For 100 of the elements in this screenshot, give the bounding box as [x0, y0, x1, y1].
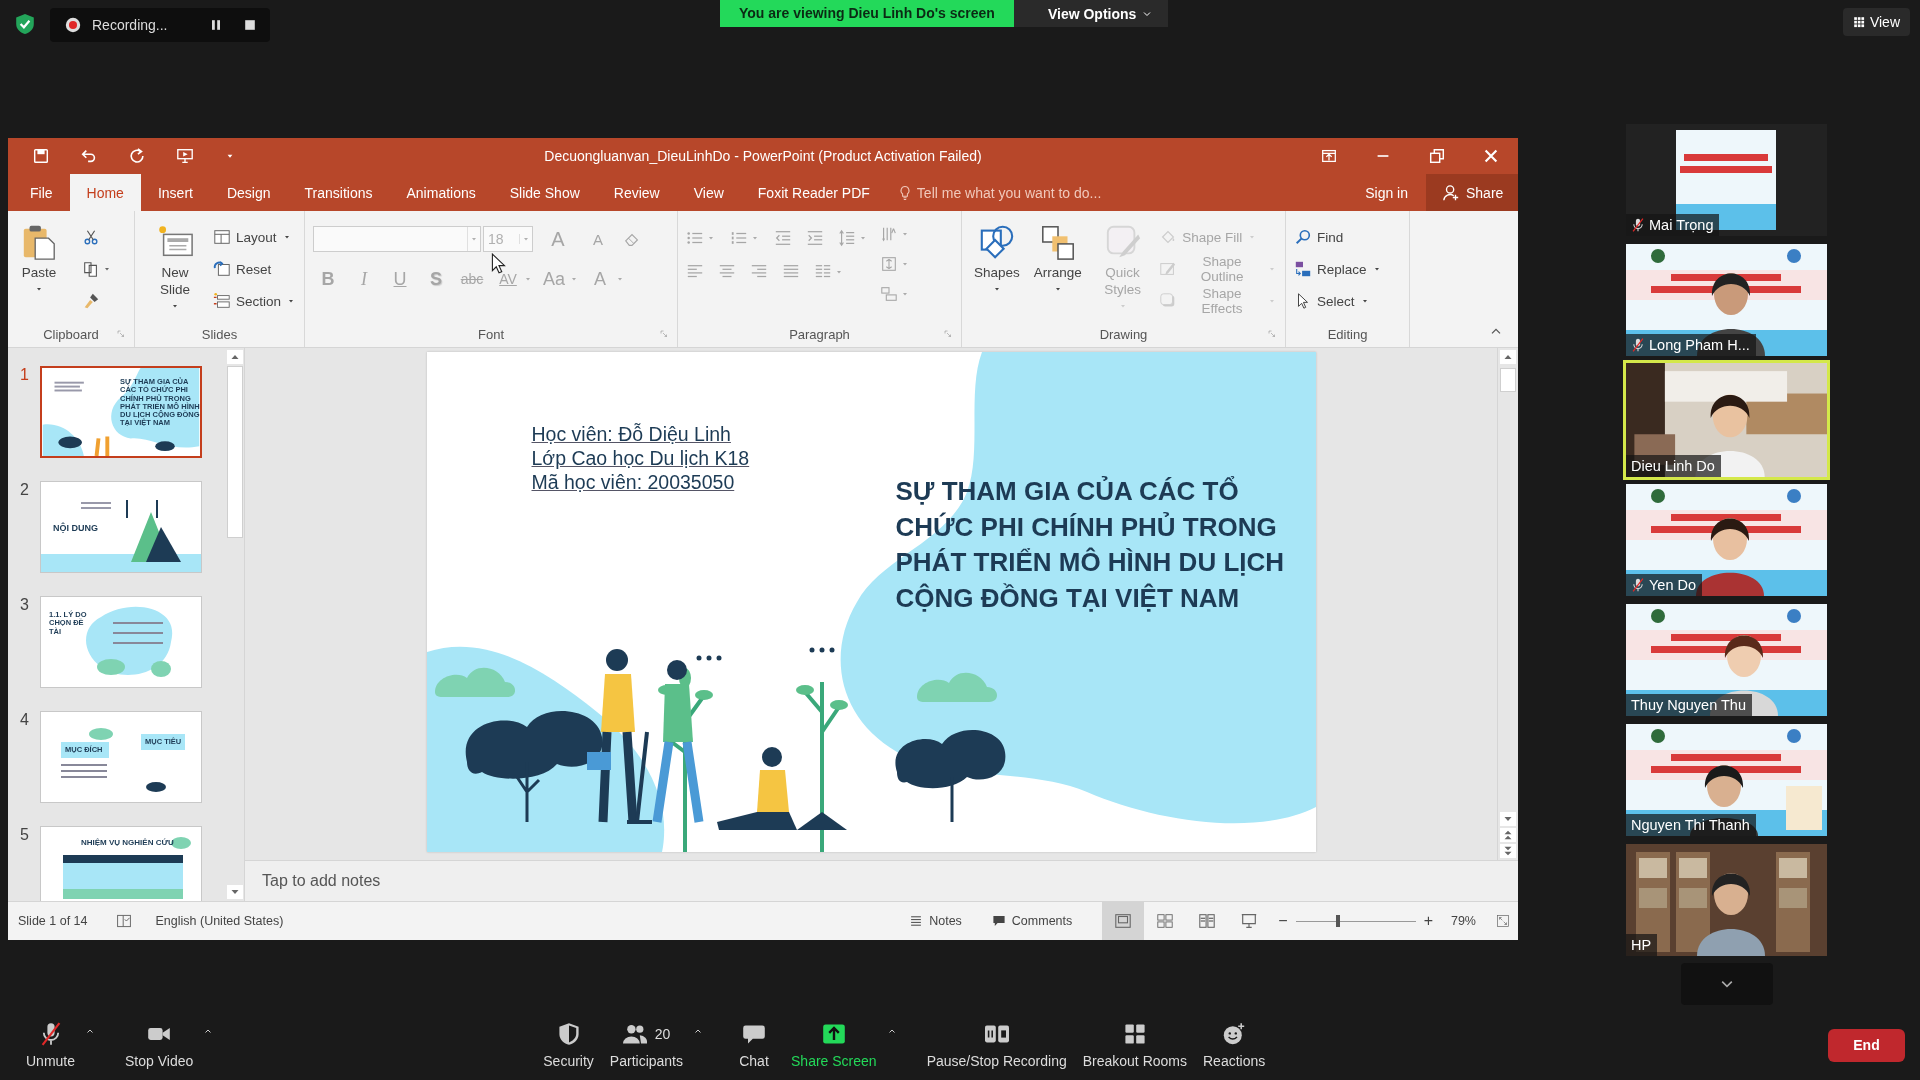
share-screen-icon	[821, 1021, 846, 1046]
copy-icon[interactable]	[82, 260, 100, 278]
slide-heading: NỘI DUNG	[53, 524, 98, 534]
restore-icon[interactable]	[1428, 147, 1446, 165]
participant-name: Dieu Linh Do	[1631, 458, 1715, 474]
zoom-out-button[interactable]: −	[1278, 912, 1288, 930]
scrollbar-thumb[interactable]	[227, 366, 243, 538]
ribbon-button[interactable]: Replace	[1294, 255, 1382, 283]
ribbon-tab[interactable]: Design	[209, 174, 288, 211]
ribbon-button[interactable]: Section	[212, 287, 296, 315]
reading-view-icon	[1198, 912, 1217, 930]
participant-name: Thuy Nguyen Thu	[1631, 697, 1746, 713]
ribbon-tab[interactable]: Foxit Reader PDF	[740, 174, 887, 211]
toolbar-button[interactable]: Share Screen	[783, 1021, 885, 1069]
slide-number: 5	[20, 826, 30, 845]
layout-icon	[212, 228, 231, 246]
toolbar-button[interactable]: Chat	[725, 1021, 783, 1069]
toolbar-button[interactable]: Security	[535, 1021, 602, 1069]
video-tile[interactable]: Thuy Nguyen Thu	[1626, 604, 1827, 716]
ribbon-tab[interactable]: Insert	[140, 174, 210, 211]
participant-name: Yen Do	[1649, 577, 1697, 593]
toolbar-button[interactable]: Stop Video	[117, 1021, 202, 1069]
scroll-down-icon[interactable]	[227, 885, 243, 899]
window-title: Decuongluanvan_DieuLinhDo - PowerPoint (Product Activation Failed)	[544, 148, 982, 164]
redo-icon[interactable]	[128, 147, 146, 165]
save-icon[interactable]	[32, 147, 50, 165]
ribbon-display-icon[interactable]	[1320, 147, 1338, 165]
student-info-line: Lớp Cao học Du lịch K18	[531, 446, 750, 470]
scroll-up-icon[interactable]	[227, 350, 243, 364]
ribbon-button[interactable]: Select	[1294, 287, 1382, 315]
shield-icon[interactable]	[14, 13, 36, 35]
pencil-icon	[1159, 260, 1178, 278]
scroll-up-icon[interactable]	[1500, 350, 1516, 364]
spell-check-icon[interactable]	[115, 913, 132, 929]
participant-name: HP	[1631, 937, 1652, 953]
stop-icon[interactable]	[242, 17, 258, 33]
toolbar-button[interactable]: Breakout Rooms	[1074, 1021, 1195, 1069]
toolbar-button[interactable]: 20 Participants	[601, 1021, 691, 1069]
scrollbar-thumb[interactable]	[1500, 368, 1516, 392]
scroll-down-icon[interactable]	[1500, 812, 1516, 826]
view-mode-button[interactable]	[1102, 902, 1145, 940]
notes-placeholder[interactable]: Tap to add notes	[262, 872, 381, 890]
sign-in-link[interactable]: Sign in	[1347, 174, 1426, 211]
language-label[interactable]: English (United States)	[155, 914, 284, 928]
comments-button[interactable]: Comments	[991, 914, 1073, 928]
toolbar-button[interactable]: Unmute	[18, 1021, 84, 1069]
grid-icon	[1852, 16, 1865, 28]
ribbon-button[interactable]: Find	[1294, 223, 1382, 251]
participant-name: Mai Trọng	[1649, 217, 1714, 233]
ribbon-tab[interactable]: View	[676, 174, 741, 211]
video-tile[interactable]: Yen Do	[1626, 484, 1827, 596]
video-tile[interactable]: HP	[1626, 844, 1827, 956]
breakout-rooms-icon	[1122, 1021, 1147, 1046]
participant-name: Nguyen Thi Thanh	[1631, 817, 1750, 833]
toolbar-button[interactable]: Reactions	[1195, 1021, 1274, 1069]
notes-button[interactable]: Notes	[909, 914, 962, 928]
end-meeting-button[interactable]: End	[1828, 1028, 1905, 1062]
view-button[interactable]: View	[1842, 8, 1910, 36]
scissors-icon[interactable]	[82, 228, 100, 246]
slide-title: SỰ THAM GIA CỦA CÁC TỔ CHỨC PHI CHÍNH PHỦ TRONG PHÁT TRIỂN MÔ HÌNH DU LỊCH CỘNG ĐỒNG TẠI VIỆT NAM	[895, 475, 1286, 615]
group-label: Clipboard	[43, 326, 99, 342]
ribbon-button[interactable]: Shapes	[970, 219, 1024, 321]
fit-to-window-icon[interactable]	[1496, 914, 1510, 928]
next-slide-icon[interactable]	[1500, 844, 1516, 858]
ribbon-tab[interactable]: Transitions	[287, 174, 390, 211]
smiley-plus-icon	[1222, 1021, 1247, 1046]
ribbon-tab[interactable]: Slide Show	[492, 174, 597, 211]
video-tile[interactable]: Long Pham H...	[1626, 244, 1827, 356]
ribbon-button[interactable]: Reset	[212, 255, 296, 283]
share-button[interactable]: Share	[1426, 174, 1518, 211]
ribbon-button[interactable]: New Slide	[143, 219, 207, 321]
paintbrush-icon[interactable]	[82, 292, 100, 310]
ribbon-button[interactable]: Paste	[16, 219, 62, 321]
close-icon[interactable]	[1482, 147, 1500, 165]
reset-icon	[212, 260, 231, 278]
search-icon	[1294, 228, 1312, 246]
ribbon-tab[interactable]: Review	[596, 174, 677, 211]
zoom-in-button[interactable]: +	[1423, 912, 1433, 930]
undo-icon[interactable]	[80, 147, 98, 165]
record-icon	[64, 16, 82, 34]
ribbon-button[interactable]: Layout	[212, 223, 296, 251]
tell-me-field[interactable]: Tell me what you want to do...	[916, 184, 1127, 201]
ribbon-tab[interactable]: File	[8, 174, 70, 211]
participant-count: 20	[654, 1025, 671, 1042]
view-options-button[interactable]: View Options	[1013, 0, 1169, 27]
presentation-icon[interactable]	[176, 147, 194, 165]
previous-slide-icon[interactable]	[1500, 828, 1516, 842]
ribbon-button[interactable]: Arrange	[1029, 219, 1086, 321]
normal-view-icon	[1114, 912, 1133, 930]
ribbon-tab[interactable]: Animations	[389, 174, 493, 211]
slide-sorter-icon	[1156, 912, 1175, 930]
recording-status: Recording...	[92, 17, 169, 33]
shield-icon	[556, 1021, 581, 1046]
slide-thumbnail[interactable]: NỘI DUNG	[40, 481, 202, 573]
toolbar-button[interactable]: Pause/Stop Recording	[918, 1021, 1075, 1069]
ribbon-tab[interactable]: Home	[69, 174, 141, 211]
zoom-level[interactable]: 79%	[1450, 914, 1476, 928]
video-tile[interactable]: Dieu Linh Do	[1623, 360, 1830, 480]
video-tile[interactable]: Nguyen Thi Thanh	[1626, 724, 1827, 836]
group-label: Drawing	[1099, 326, 1148, 342]
